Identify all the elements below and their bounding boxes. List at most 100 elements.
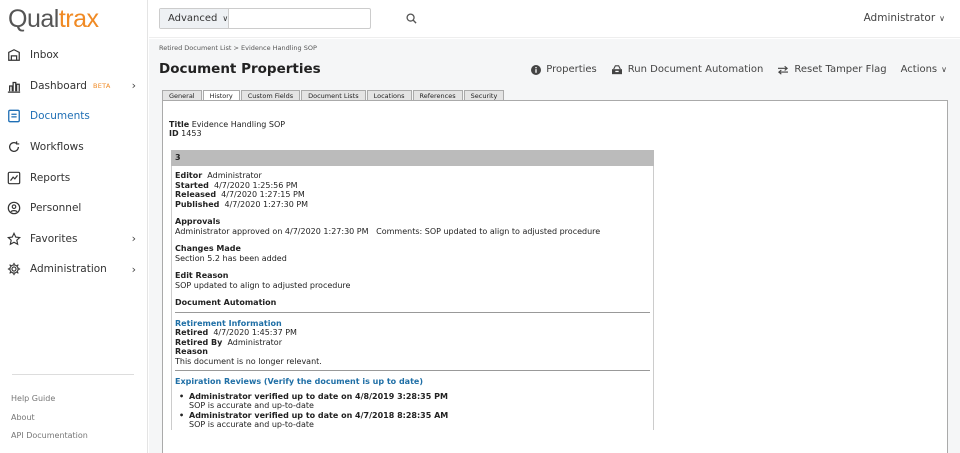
sidebar-item-administration[interactable]: Administration › bbox=[0, 254, 148, 285]
sidebar-footer-links: Help Guide About API Documentation bbox=[11, 394, 88, 450]
sidebar-divider bbox=[12, 374, 134, 375]
workflow-icon bbox=[7, 140, 21, 154]
breadcrumb-separator: > bbox=[233, 44, 239, 52]
breadcrumb: Retired Document List > Evidence Handlin… bbox=[159, 44, 317, 52]
history-body: Editor Administrator Started 4/7/2020 1:… bbox=[171, 166, 654, 430]
top-bar: Advanced ∨ Administrator ∨ bbox=[149, 0, 960, 38]
changes-label: Changes Made bbox=[175, 244, 241, 253]
info-icon bbox=[531, 64, 542, 75]
help-guide-link[interactable]: Help Guide bbox=[11, 394, 88, 413]
automation-icon bbox=[611, 64, 623, 75]
sidebar-item-inbox[interactable]: Inbox bbox=[0, 40, 148, 71]
history-panel: Title Evidence Handling SOP ID 1453 3 Ed… bbox=[162, 100, 948, 453]
approvals-value: Administrator approved on 4/7/2020 1:27:… bbox=[175, 226, 601, 236]
chevron-right-icon: › bbox=[131, 79, 136, 93]
id-label: ID bbox=[169, 129, 179, 138]
search-mode-dropdown[interactable]: Advanced ∨ bbox=[160, 9, 230, 28]
document-title: Evidence Handling SOP bbox=[191, 120, 286, 129]
sidebar-item-documents[interactable]: Documents bbox=[0, 101, 148, 132]
sidebar-item-label: Workflows bbox=[30, 141, 84, 154]
expiration-review-list: Administrator verified up to date on 4/8… bbox=[175, 392, 650, 430]
run-automation-button[interactable]: Run Document Automation bbox=[611, 64, 764, 75]
properties-button[interactable]: Properties bbox=[531, 64, 597, 75]
editor-value: Administrator bbox=[207, 171, 262, 180]
chevron-right-icon: › bbox=[131, 262, 136, 276]
title-label: Title bbox=[169, 120, 190, 129]
about-link[interactable]: About bbox=[11, 413, 88, 432]
logo-text-accent: trax bbox=[58, 5, 99, 33]
version-info: Editor Administrator Started 4/7/2020 1:… bbox=[175, 171, 650, 209]
published-value: 4/7/2020 1:27:30 PM bbox=[224, 199, 309, 209]
inbox-icon bbox=[7, 48, 21, 62]
section-divider bbox=[175, 370, 650, 371]
retirement-title: Retirement Information bbox=[175, 318, 282, 328]
expiration-reviews-title: Expiration Reviews (Verify the document … bbox=[175, 377, 423, 386]
retirement-section: Retirement Information Retired 4/7/2020 … bbox=[175, 319, 650, 367]
search-mode-label: Advanced bbox=[168, 13, 218, 24]
edit-reason-value: SOP updated to align to adjusted procedu… bbox=[175, 280, 351, 290]
sidebar-item-personnel[interactable]: Personnel bbox=[0, 193, 148, 224]
review-heading: Administrator verified up to date on 4/7… bbox=[189, 410, 449, 420]
sidebar-item-workflows[interactable]: Workflows bbox=[0, 132, 148, 163]
chevron-down-icon: ∨ bbox=[939, 14, 945, 23]
run-automation-label: Run Document Automation bbox=[627, 64, 764, 75]
document-icon bbox=[7, 109, 21, 123]
reason-value: This document is no longer relevant. bbox=[175, 356, 322, 366]
section-divider bbox=[175, 311, 650, 313]
search-icon bbox=[406, 9, 417, 28]
published-label: Published bbox=[175, 199, 220, 209]
reset-tamper-label: Reset Tamper Flag bbox=[794, 64, 887, 75]
dashboard-icon bbox=[7, 79, 21, 93]
retired-value: 4/7/2020 1:45:37 PM bbox=[213, 328, 297, 337]
approvals-section: Approvals Administrator approved on 4/7/… bbox=[175, 217, 650, 236]
sidebar-nav: Inbox Dashboard BETA › Documents Workflo… bbox=[0, 40, 148, 285]
beta-badge: BETA bbox=[92, 81, 111, 90]
breadcrumb-current: Evidence Handling SOP bbox=[241, 44, 317, 52]
properties-label: Properties bbox=[546, 64, 597, 75]
review-note: SOP is accurate and up-to-date bbox=[189, 401, 314, 410]
document-automation-label: Document Automation bbox=[175, 298, 277, 307]
reset-tamper-button[interactable]: Reset Tamper Flag bbox=[777, 64, 887, 75]
chevron-right-icon: › bbox=[131, 232, 136, 246]
edit-reason-section: Edit Reason SOP updated to align to adju… bbox=[175, 271, 650, 290]
sidebar-item-label: Dashboard bbox=[30, 79, 87, 92]
document-id: 1453 bbox=[181, 129, 202, 138]
sidebar-item-label: Documents bbox=[30, 110, 90, 123]
review-heading: Administrator verified up to date on 4/8… bbox=[189, 391, 448, 401]
history-entry: 3 Editor Administrator Started 4/7/2020 … bbox=[171, 150, 654, 430]
sidebar-item-label: Favorites bbox=[30, 232, 78, 245]
sidebar-item-dashboard[interactable]: Dashboard BETA › bbox=[0, 71, 148, 102]
search-button[interactable] bbox=[406, 9, 417, 28]
logo-text-main: Qual bbox=[8, 5, 59, 33]
api-documentation-link[interactable]: API Documentation bbox=[11, 431, 88, 450]
retired-by-value: Administrator bbox=[227, 337, 282, 347]
reason-label: Reason bbox=[175, 347, 208, 356]
sidebar-item-reports[interactable]: Reports bbox=[0, 162, 148, 193]
version-header: 3 bbox=[171, 150, 654, 166]
retired-by-label: Retired By bbox=[175, 337, 223, 347]
actions-dropdown[interactable]: Actions ∨ bbox=[901, 64, 947, 75]
changes-section: Changes Made Section 5.2 has been added bbox=[175, 244, 650, 263]
reports-icon bbox=[7, 171, 21, 185]
sidebar-item-favorites[interactable]: Favorites › bbox=[0, 224, 148, 255]
list-item: Administrator verified up to date on 4/7… bbox=[179, 410, 650, 430]
action-bar: Properties Run Document Automation Reset… bbox=[517, 64, 947, 75]
search-input[interactable] bbox=[229, 9, 407, 28]
sidebar-item-label: Personnel bbox=[30, 202, 82, 215]
sidebar-item-label: Administration bbox=[30, 263, 107, 276]
user-name: Administrator bbox=[863, 12, 936, 24]
actions-label: Actions bbox=[900, 64, 938, 75]
page-title: Document Properties bbox=[159, 61, 321, 77]
review-note: SOP is accurate and up-to-date bbox=[189, 420, 314, 429]
star-icon bbox=[7, 231, 21, 246]
changes-value: Section 5.2 has been added bbox=[175, 253, 287, 263]
sidebar: Qualtrax Inbox Dashboard BETA › Document… bbox=[0, 0, 148, 453]
main-content: Retired Document List > Evidence Handlin… bbox=[149, 39, 960, 453]
user-menu[interactable]: Administrator ∨ bbox=[864, 12, 945, 24]
chevron-down-icon: ∨ bbox=[941, 65, 947, 74]
sidebar-item-label: Inbox bbox=[30, 49, 59, 62]
qualtrax-logo[interactable]: Qualtrax bbox=[8, 5, 99, 33]
edit-reason-label: Edit Reason bbox=[175, 271, 229, 280]
chevron-down-icon: ∨ bbox=[222, 14, 229, 23]
breadcrumb-parent-link[interactable]: Retired Document List bbox=[159, 44, 231, 52]
